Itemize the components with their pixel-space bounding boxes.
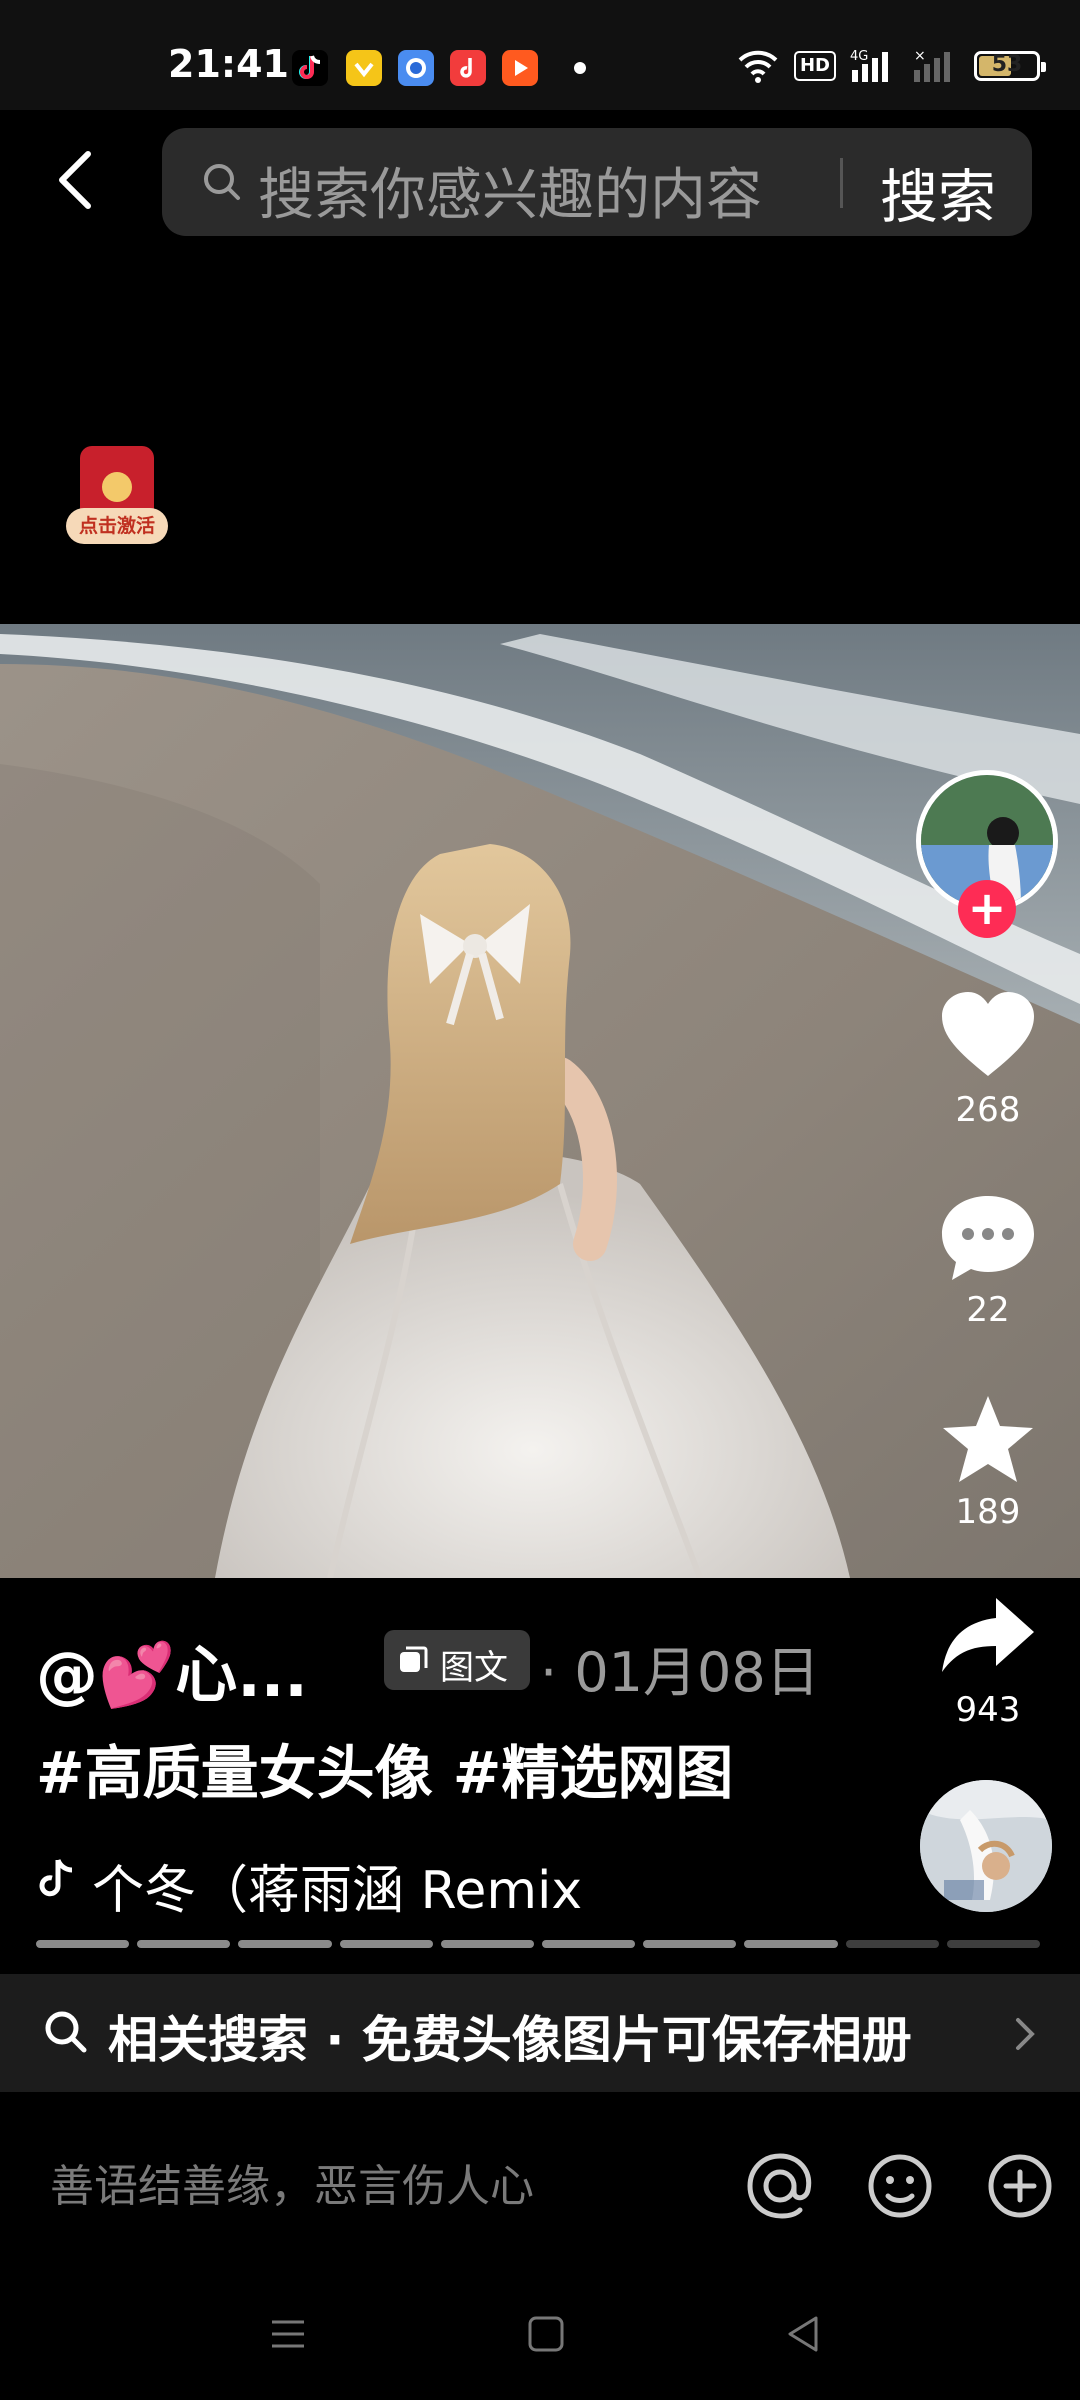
image-text-icon [400, 1646, 428, 1672]
svg-text:4G: 4G [850, 49, 868, 64]
status-time: 21:41 [168, 42, 289, 86]
post-type-badge: 图文 [384, 1630, 530, 1690]
mention-button[interactable] [744, 2150, 816, 2222]
comment-input[interactable]: 善语结善缘，恶言伤人心 [50, 2150, 534, 2214]
like-count: 268 [955, 1090, 1021, 1130]
search-icon [204, 164, 240, 200]
signal-2-icon: × [914, 48, 950, 82]
emoji-button[interactable] [864, 2150, 936, 2222]
post-hashtags[interactable]: #高质量女头像 #精选网图 [36, 1726, 733, 1810]
back-button[interactable] [44, 140, 114, 220]
more-notifications-dot [574, 62, 586, 74]
search-bar[interactable]: 搜索你感兴趣的内容 搜索 [162, 128, 1032, 236]
heart-icon [942, 992, 1034, 1076]
music-notification-icon [450, 50, 486, 86]
music-disc-image [920, 1780, 1052, 1912]
home-square-icon [528, 2316, 564, 2352]
related-search-text: 相关搜索 · 免费头像图片可保存相册 [108, 2011, 912, 2069]
back-arrow-icon [59, 151, 91, 209]
music-title: 个冬（蒋雨涵 Remix [92, 1861, 583, 1921]
progress-segment [339, 1940, 433, 1948]
progress-segment [137, 1940, 231, 1948]
video-notification-icon [502, 50, 538, 86]
emoji-icon [868, 2154, 932, 2218]
app-notification-icon [346, 50, 382, 86]
search-divider [840, 158, 843, 208]
nav-home-button[interactable] [522, 2310, 570, 2358]
nav-menu-button[interactable] [264, 2310, 312, 2358]
favorite-count: 189 [955, 1492, 1021, 1532]
progress-segment [845, 1940, 939, 1948]
progress-segment [744, 1940, 838, 1948]
music-note-icon [39, 1859, 73, 1897]
post-date: · 01月08日 [540, 1641, 820, 1704]
signal-icon: 4G [850, 49, 888, 82]
progress-segment [238, 1940, 332, 1948]
tiktok-notification-icon [292, 50, 328, 86]
chevron-right-icon [1016, 2018, 1035, 2050]
svg-text:×: × [914, 48, 926, 64]
battery-icon: 53 [974, 51, 1046, 81]
comment-count: 22 [966, 1290, 1010, 1330]
progress-segment [542, 1940, 636, 1948]
progress-segment [440, 1940, 535, 1948]
plus-circle-icon [988, 2154, 1052, 2218]
carousel-progress [36, 1940, 1041, 1948]
comment-icon [942, 1196, 1034, 1280]
progress-segment [36, 1940, 130, 1948]
menu-icon [272, 2320, 304, 2348]
red-packet-label: 点击激活 [66, 508, 168, 544]
share-button[interactable] [938, 1590, 1038, 1686]
hd-badge: HD [793, 51, 836, 81]
follow-button[interactable]: + [958, 880, 1016, 938]
search-button[interactable]: 搜索 [880, 150, 996, 234]
wifi-icon [738, 50, 778, 83]
post-type-label: 图文 [440, 1648, 508, 1688]
like-button[interactable] [938, 988, 1038, 1084]
browser-notification-icon [398, 50, 434, 86]
share-arrow-icon [942, 1598, 1034, 1672]
author-name[interactable]: @💕心... [36, 1624, 308, 1714]
battery-level: 53 [991, 52, 1023, 77]
related-search-bar[interactable]: 相关搜索 · 免费头像图片可保存相册 [0, 1974, 1080, 2092]
add-button[interactable] [984, 2150, 1056, 2222]
search-icon [45, 2011, 87, 2053]
at-icon [747, 2153, 812, 2219]
status-indicators: HD 4G × 53 [736, 46, 1046, 86]
search-input[interactable]: 搜索你感兴趣的内容 [258, 150, 762, 231]
progress-segment [946, 1940, 1041, 1948]
progress-segment [643, 1940, 737, 1948]
red-packet-promo[interactable]: 点击激活 [66, 446, 170, 546]
star-icon [943, 1396, 1033, 1482]
favorite-button[interactable] [938, 1392, 1038, 1488]
comment-button[interactable] [938, 1190, 1038, 1286]
back-triangle-icon [788, 2316, 818, 2352]
music-disc[interactable] [920, 1780, 1052, 1912]
nav-back-button[interactable] [780, 2310, 828, 2358]
status-bar: 21:41 HD 4G × 53 [0, 0, 1080, 110]
share-count: 943 [955, 1690, 1021, 1730]
